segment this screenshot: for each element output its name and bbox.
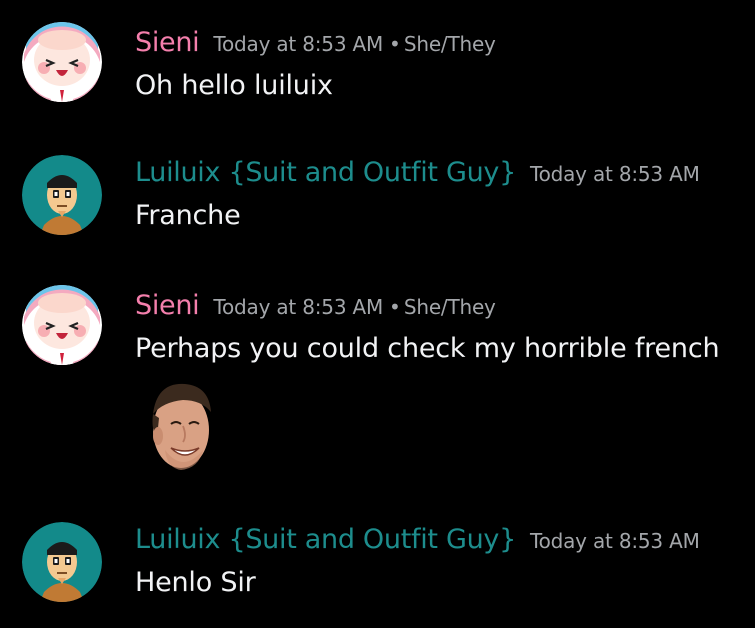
- username[interactable]: Luiluix {Suit and Outfit Guy}: [135, 524, 516, 555]
- message-content: Franche: [135, 200, 241, 231]
- anime-face-avatar-icon: [22, 285, 102, 365]
- laughing-face-emoji-icon: [152, 383, 211, 470]
- separator-dot: •: [389, 295, 401, 319]
- cartoon-man-avatar-icon: [22, 522, 102, 602]
- username[interactable]: Sieni: [135, 290, 200, 321]
- timestamp[interactable]: Today at 8:53 AM: [530, 162, 700, 186]
- username[interactable]: Luiluix {Suit and Outfit Guy}: [135, 157, 516, 188]
- separator-dot: •: [389, 32, 401, 56]
- sieni-avatar[interactable]: [22, 22, 102, 102]
- timestamp[interactable]: Today at 8:53 AM: [213, 295, 383, 319]
- message-content: Henlo Sir: [135, 567, 256, 598]
- cartoon-man-avatar-icon: [22, 155, 102, 235]
- anime-face-avatar-icon: [22, 22, 102, 102]
- luiluix-avatar[interactable]: [22, 155, 102, 235]
- pronouns: She/They: [403, 32, 496, 56]
- timestamp[interactable]: Today at 8:53 AM: [213, 32, 383, 56]
- pronouns: She/They: [403, 295, 496, 319]
- message-content: Perhaps you could check my horrible fren…: [135, 333, 720, 364]
- username[interactable]: Sieni: [135, 27, 200, 58]
- custom-emoji[interactable]: [143, 378, 217, 474]
- luiluix-avatar[interactable]: [22, 522, 102, 602]
- message-content: Oh hello luiluix: [135, 70, 333, 101]
- sieni-avatar[interactable]: [22, 285, 102, 365]
- timestamp[interactable]: Today at 8:53 AM: [530, 529, 700, 553]
